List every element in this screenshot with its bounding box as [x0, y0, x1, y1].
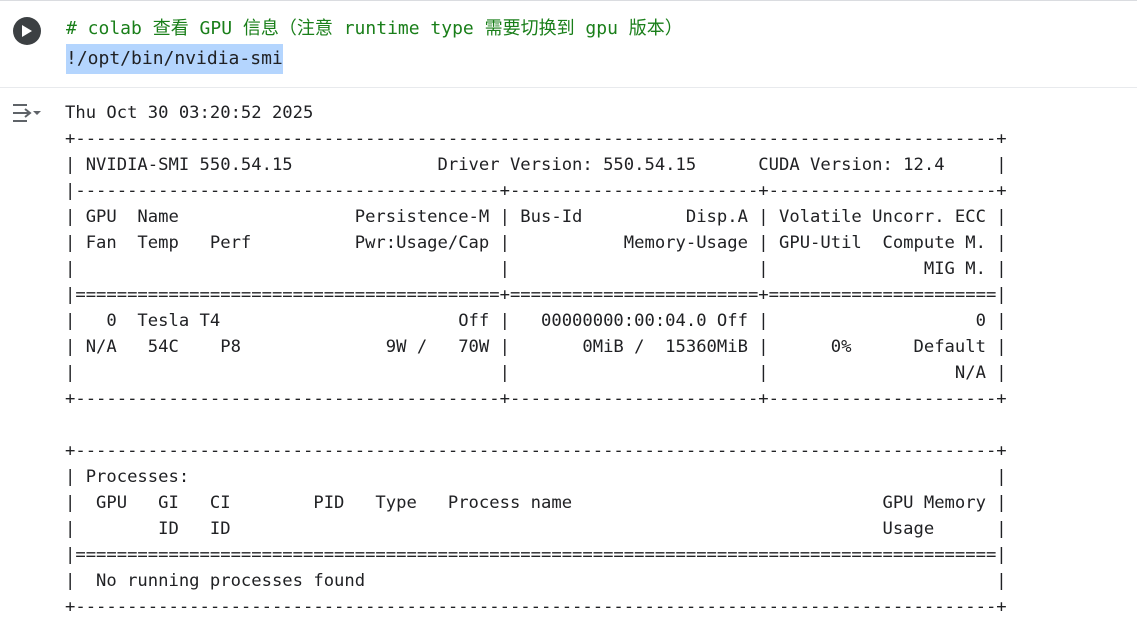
code-cell[interactable]: # colab 查看 GPU 信息（注意 runtime type 需要切换到 …	[0, 0, 1137, 88]
code-editor[interactable]: # colab 查看 GPU 信息（注意 runtime type 需要切换到 …	[66, 14, 683, 74]
run-cell-button[interactable]	[13, 17, 41, 45]
play-icon	[22, 25, 32, 37]
output-collapse-icon	[13, 104, 41, 122]
code-command[interactable]: !/opt/bin/nvidia-smi	[66, 44, 283, 74]
code-comment: # colab 查看 GPU 信息（注意 runtime type 需要切换到 …	[66, 18, 683, 39]
output-collapse-button[interactable]	[11, 101, 43, 127]
cell-output-text: Thu Oct 30 03:20:52 2025 +--------------…	[65, 103, 1007, 617]
